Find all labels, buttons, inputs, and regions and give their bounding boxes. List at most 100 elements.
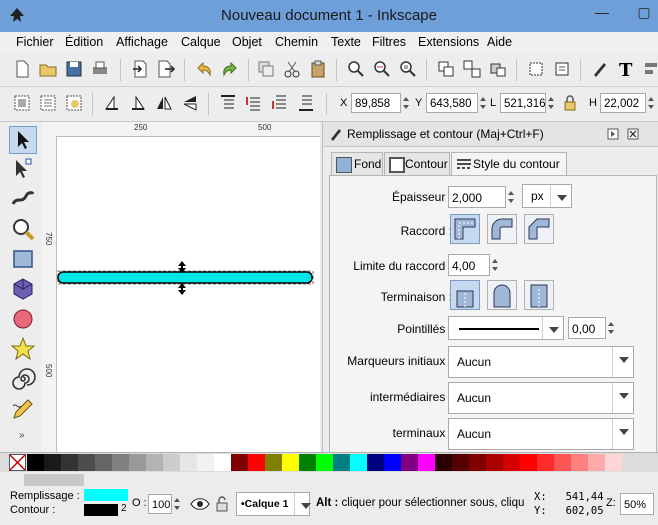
palette-swatch[interactable] (333, 454, 350, 471)
clone-icon[interactable] (488, 59, 508, 79)
height-spin-arrows[interactable] (646, 93, 656, 113)
cut-icon[interactable] (282, 59, 302, 79)
opacity-input[interactable]: 100 (148, 494, 172, 514)
palette-swatch[interactable] (571, 454, 588, 471)
tweak-tool-icon[interactable] (10, 186, 36, 212)
menu-objet[interactable]: Objet (232, 35, 262, 49)
more-tools-icon[interactable]: » (19, 430, 25, 441)
rotate-ccw-icon[interactable] (102, 93, 122, 113)
menu-calque[interactable]: Calque (181, 35, 221, 49)
palette-swatch[interactable] (27, 454, 44, 471)
x-input[interactable]: 89,858 (351, 93, 401, 113)
palette-swatch[interactable] (367, 454, 384, 471)
dash-pattern-select[interactable] (448, 316, 564, 340)
menu-filtres[interactable]: Filtres (372, 35, 406, 49)
maximize-button[interactable]: ▢ (632, 2, 656, 22)
palette-swatch[interactable] (418, 454, 435, 471)
palette-swatch[interactable] (384, 454, 401, 471)
3d-box-tool-icon[interactable] (10, 276, 36, 302)
zoom-input[interactable]: 50% (620, 493, 654, 515)
layer-lock-icon[interactable] (214, 495, 230, 513)
palette-swatch[interactable] (520, 454, 537, 471)
palette-swatch[interactable] (554, 454, 571, 471)
palette-swatch[interactable] (197, 454, 214, 471)
palette-swatch[interactable] (503, 454, 520, 471)
palette-swatch[interactable] (452, 454, 469, 471)
palette-swatch[interactable] (180, 454, 197, 471)
print-icon[interactable] (90, 59, 110, 79)
palette-swatch[interactable] (299, 454, 316, 471)
palette-swatch[interactable] (112, 454, 129, 471)
palette-swatch[interactable] (61, 454, 78, 471)
star-tool-icon[interactable] (10, 336, 36, 362)
fill-color-swatch[interactable] (84, 489, 128, 501)
stroke-color-swatch[interactable] (84, 504, 118, 516)
flip-horizontal-icon[interactable] (154, 93, 174, 113)
round-cap-button[interactable] (487, 280, 517, 310)
rotate-cw-icon[interactable] (128, 93, 148, 113)
dash-offset-input[interactable]: 0,00 (568, 317, 606, 339)
width-input[interactable]: 521,316 (500, 93, 546, 113)
zoom-page-icon[interactable] (398, 59, 418, 79)
height-input[interactable]: 22,002 (600, 93, 646, 113)
no-paint-swatch-icon[interactable] (9, 454, 26, 471)
zoom-selection-icon[interactable] (346, 59, 366, 79)
menu-edition[interactable]: Édition (65, 35, 103, 49)
duplicate-icon[interactable] (256, 59, 276, 79)
rectangle-tool-icon[interactable] (10, 246, 36, 272)
palette-swatch[interactable] (350, 454, 367, 471)
mid-marker-select[interactable]: Aucun (448, 382, 634, 414)
new-document-icon[interactable] (12, 59, 32, 79)
menu-fichier[interactable]: Fichier (16, 35, 54, 49)
menu-extensions[interactable]: Extensions (418, 35, 479, 49)
palette-swatch[interactable] (435, 454, 452, 471)
ungroup-icon[interactable] (462, 59, 482, 79)
palette-swatch[interactable] (486, 454, 503, 471)
export-icon[interactable] (156, 59, 176, 79)
raise-to-top-icon[interactable] (218, 93, 238, 113)
zoom-drawing-icon[interactable] (372, 59, 392, 79)
selector-tool-icon[interactable] (9, 126, 37, 154)
palette-swatch[interactable] (469, 454, 486, 471)
palette-swatch[interactable] (248, 454, 265, 471)
lock-icon[interactable] (560, 93, 580, 113)
palette-swatch[interactable] (78, 454, 95, 471)
miter-limit-spin[interactable] (490, 255, 500, 275)
unit-select[interactable]: px (522, 184, 572, 208)
lower-to-bottom-icon[interactable] (296, 93, 316, 113)
opacity-spin[interactable] (172, 494, 182, 514)
drawing-canvas[interactable] (57, 137, 320, 452)
end-marker-select[interactable]: Aucun (448, 418, 634, 450)
y-input[interactable]: 643,580 (426, 93, 478, 113)
panel-iconify-icon[interactable] (607, 128, 619, 140)
width-spin-arrows[interactable] (546, 93, 556, 113)
dash-offset-spin[interactable] (606, 318, 616, 338)
save-icon[interactable] (64, 59, 84, 79)
palette-swatch[interactable] (146, 454, 163, 471)
layer-visibility-eye-icon[interactable] (190, 495, 210, 513)
redo-icon[interactable] (220, 59, 240, 79)
palette-swatch[interactable] (95, 454, 112, 471)
stroke-width-spin[interactable] (506, 187, 516, 207)
menu-affichage[interactable]: Affichage (116, 35, 168, 49)
bevel-join-button[interactable] (524, 214, 554, 244)
open-folder-icon[interactable] (38, 59, 58, 79)
y-spin-arrows[interactable] (478, 93, 488, 113)
horizontal-scrollbar-thumb[interactable] (24, 474, 84, 486)
tab-fond[interactable]: Fond (331, 152, 383, 176)
palette-swatch[interactable] (401, 454, 418, 471)
minimize-button[interactable]: — (590, 2, 614, 22)
start-marker-select[interactable]: Aucun (448, 346, 634, 378)
align-distribute-icon[interactable] (642, 59, 658, 79)
spiral-tool-icon[interactable] (10, 366, 36, 392)
palette-swatch[interactable] (214, 454, 231, 471)
fill-stroke-dialog-icon[interactable] (590, 59, 610, 79)
palette-swatch[interactable] (588, 454, 605, 471)
raise-icon[interactable] (244, 93, 264, 113)
palette-swatch[interactable] (605, 454, 622, 471)
node-tool-icon[interactable] (10, 156, 36, 182)
flip-vertical-icon[interactable] (180, 93, 200, 113)
lower-icon[interactable] (270, 93, 290, 113)
pencil-tool-icon[interactable] (10, 396, 36, 422)
palette-swatch[interactable] (129, 454, 146, 471)
